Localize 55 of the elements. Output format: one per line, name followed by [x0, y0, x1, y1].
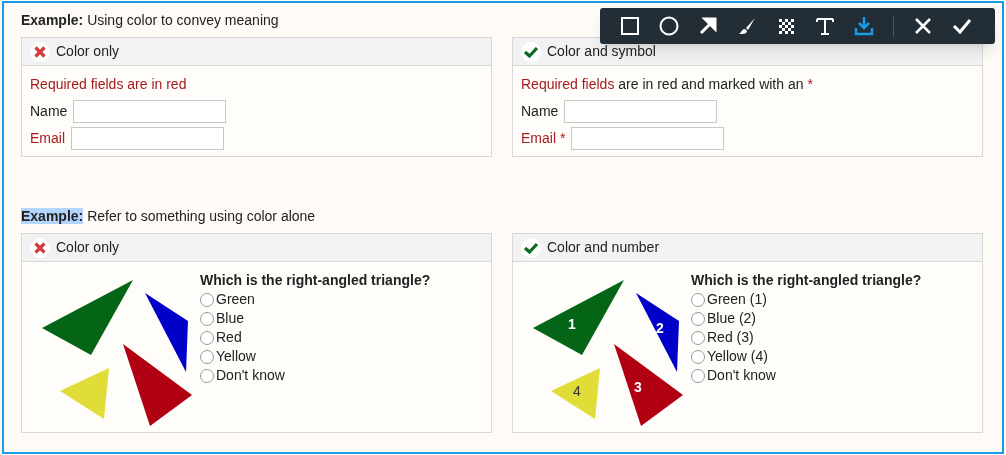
download-icon[interactable]: [854, 16, 874, 36]
option-label: Red (3): [707, 328, 754, 347]
option-label: Green: [216, 290, 255, 309]
option-label: Blue (2): [707, 309, 757, 328]
field-label: Name: [521, 102, 559, 121]
option-label: Don't know: [216, 366, 285, 385]
option-label: Yellow: [216, 347, 256, 366]
option-label: Green (1): [707, 290, 767, 309]
triangle-number: 1: [568, 316, 576, 332]
cross-icon: [30, 41, 50, 62]
rectangle-icon[interactable]: [620, 16, 640, 36]
triangle-number: 4: [573, 383, 581, 399]
instruction-text: Required fields are in red and marked with an *: [521, 75, 814, 93]
triangle-number: 2: [656, 320, 664, 336]
field-label: Email: [30, 129, 65, 148]
card-title: Color and symbol: [547, 42, 656, 61]
radio-button[interactable]: [691, 349, 705, 364]
card-title: Color only: [56, 238, 120, 257]
radio-button[interactable]: [200, 368, 214, 383]
option-label: Don't know: [707, 366, 776, 385]
radio-button[interactable]: [200, 292, 214, 307]
field-label: Email: [521, 129, 556, 148]
option-label: Red: [216, 328, 242, 347]
radio-button[interactable]: [691, 311, 705, 326]
triangle-number: 3: [634, 379, 642, 395]
option-label: Blue: [216, 309, 245, 328]
radio-button[interactable]: [200, 349, 214, 364]
card-title: Color and number: [547, 238, 660, 257]
radio-button[interactable]: [200, 330, 214, 345]
radio-button[interactable]: [691, 292, 705, 307]
check-icon[interactable]: [952, 16, 972, 36]
example-heading: Example: Using color to convey meaning: [21, 11, 279, 29]
cross-icon: [30, 237, 50, 258]
radio-button[interactable]: [691, 330, 705, 345]
mosaic-icon[interactable]: [776, 16, 796, 36]
question-text: Which is the right-angled triangle?: [691, 271, 922, 289]
close-icon[interactable]: [913, 16, 933, 36]
card-title: Color only: [56, 42, 120, 61]
check-icon: [521, 237, 541, 258]
radio-button[interactable]: [691, 368, 705, 383]
arrow-icon[interactable]: [698, 16, 718, 36]
text-input[interactable]: [571, 127, 725, 150]
field-label: Name: [30, 102, 68, 121]
text-input[interactable]: [71, 127, 224, 150]
instruction-text: Required fields are in red: [30, 75, 188, 93]
required-asterisk: *: [560, 129, 566, 148]
option-label: Yellow (4): [707, 347, 768, 366]
example-heading: Example: Refer to something using color alone: [21, 207, 316, 225]
text-input[interactable]: [73, 100, 227, 123]
question-text: Which is the right-angled triangle?: [200, 271, 431, 289]
circle-icon[interactable]: [659, 16, 679, 36]
text-tool-icon[interactable]: [815, 16, 835, 36]
text-input[interactable]: [564, 100, 718, 123]
check-icon: [521, 41, 541, 62]
radio-button[interactable]: [200, 311, 214, 326]
